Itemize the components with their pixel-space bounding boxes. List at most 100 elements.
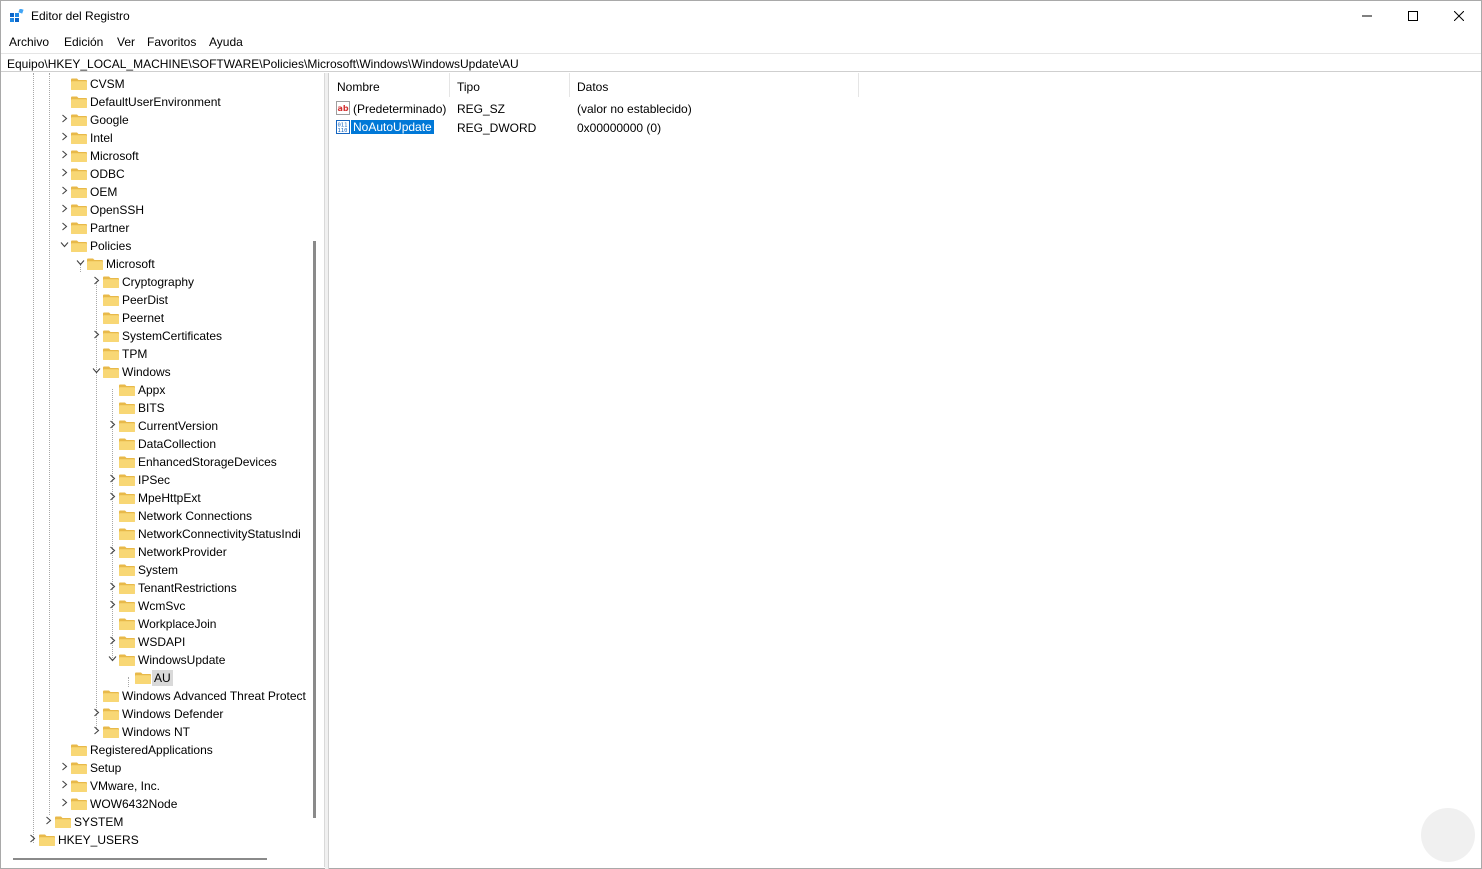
tree-node[interactable]: Google (3, 111, 323, 129)
tree-vertical-scrollbar[interactable] (313, 241, 316, 818)
tree-node[interactable]: HKEY_USERS (3, 831, 323, 849)
tree-node[interactable]: IPSec (3, 471, 323, 489)
folder-icon (119, 402, 135, 414)
menu-archivo[interactable]: Archivo (9, 35, 49, 49)
tree-node[interactable]: TPM (3, 345, 323, 363)
chevron-right-icon[interactable] (59, 798, 69, 810)
menu-ayuda[interactable]: Ayuda (209, 35, 243, 49)
tree-node[interactable]: Cryptography (3, 273, 323, 291)
tree-node[interactable]: EnhancedStorageDevices (3, 453, 323, 471)
tree-node[interactable]: TenantRestrictions (3, 579, 323, 597)
chevron-right-icon[interactable] (59, 168, 69, 180)
value-name-selected[interactable]: NoAutoUpdate (350, 119, 435, 135)
chevron-right-icon[interactable] (59, 132, 69, 144)
menu-edicion[interactable]: Edición (64, 35, 103, 49)
folder-icon (119, 438, 135, 450)
tree-node[interactable]: Setup (3, 759, 323, 777)
tree-node[interactable]: WSDAPI (3, 633, 323, 651)
value-row[interactable]: 011 110 NoAutoUpdate REG_DWORD 0x0000000… (330, 118, 1030, 137)
title-bar[interactable]: Editor del Registro (1, 1, 1481, 31)
tree-node[interactable]: Network Connections (3, 507, 323, 525)
tree-node[interactable]: SystemCertificates (3, 327, 323, 345)
tree-node[interactable]: WindowsUpdate (3, 651, 323, 669)
address-path[interactable]: Equipo\HKEY_LOCAL_MACHINE\SOFTWARE\Polic… (7, 57, 519, 71)
tree-node[interactable]: Windows Defender (3, 705, 323, 723)
tree-node[interactable]: Peernet (3, 309, 323, 327)
tree-node[interactable]: WorkplaceJoin (3, 615, 323, 633)
chevron-right-icon[interactable] (59, 222, 69, 234)
chevron-down-icon[interactable] (91, 366, 101, 378)
key-tree-pane[interactable]: CVSM DefaultUserEnvironment Google Intel Mic… (3, 73, 325, 867)
chevron-right-icon[interactable] (107, 600, 117, 612)
tree-node[interactable]: ODBC (3, 165, 323, 183)
tree-node[interactable]: CurrentVersion (3, 417, 323, 435)
tree-node[interactable]: Partner (3, 219, 323, 237)
chevron-right-icon[interactable] (107, 474, 117, 486)
tree-node[interactable]: Intel (3, 129, 323, 147)
chevron-right-icon[interactable] (27, 834, 37, 846)
values-list-pane[interactable]: Nombre Tipo Datos ab (Predeterminado) RE… (330, 73, 1481, 868)
close-icon (1454, 11, 1464, 21)
folder-icon (119, 564, 135, 576)
chevron-right-icon[interactable] (91, 708, 101, 720)
tree-node-label: Windows (122, 365, 171, 379)
column-header-nombre[interactable]: Nombre (330, 73, 450, 97)
tree-node[interactable]: VMware, Inc. (3, 777, 323, 795)
chevron-right-icon[interactable] (59, 762, 69, 774)
chevron-right-icon[interactable] (107, 420, 117, 432)
tree-node[interactable]: CVSM (3, 75, 323, 93)
tree-node[interactable]: Windows Advanced Threat Protect (3, 687, 323, 705)
value-row[interactable]: ab (Predeterminado) REG_SZ (valor no est… (330, 99, 1030, 118)
chevron-right-icon[interactable] (107, 582, 117, 594)
tree-node[interactable]: Microsoft (3, 255, 323, 273)
chevron-right-icon[interactable] (59, 204, 69, 216)
tree-node[interactable]: DefaultUserEnvironment (3, 93, 323, 111)
tree-node[interactable]: Windows (3, 363, 323, 381)
tree-node[interactable]: System (3, 561, 323, 579)
chevron-right-icon[interactable] (107, 546, 117, 558)
tree-node[interactable]: WcmSvc (3, 597, 323, 615)
chevron-right-icon[interactable] (59, 780, 69, 792)
tree-horizontal-scrollbar[interactable] (13, 858, 267, 860)
chevron-right-icon[interactable] (107, 492, 117, 504)
chevron-down-icon[interactable] (107, 654, 117, 666)
tree-node[interactable]: OEM (3, 183, 323, 201)
menu-favoritos[interactable]: Favoritos (147, 35, 196, 49)
chevron-down-icon[interactable] (59, 240, 69, 252)
tree-node[interactable]: Appx (3, 381, 323, 399)
tree-node[interactable]: MpeHttpExt (3, 489, 323, 507)
tree-node[interactable]: NetworkConnectivityStatusIndi (3, 525, 323, 543)
tree-node[interactable]: OpenSSH (3, 201, 323, 219)
tree-node[interactable]: DataCollection (3, 435, 323, 453)
close-button[interactable] (1436, 1, 1482, 31)
tree-node[interactable]: NetworkProvider (3, 543, 323, 561)
maximize-button[interactable] (1390, 1, 1436, 31)
minimize-button[interactable] (1344, 1, 1390, 31)
chevron-right-icon[interactable] (59, 114, 69, 126)
folder-icon (103, 348, 119, 360)
tree-node[interactable]: Windows NT (3, 723, 323, 741)
tree-node[interactable]: WOW6432Node (3, 795, 323, 813)
tree-node[interactable]: PeerDist (3, 291, 323, 309)
chevron-down-icon[interactable] (75, 258, 85, 270)
tree-node[interactable]: BITS (3, 399, 323, 417)
tree-node[interactable]: AU (3, 669, 323, 687)
tree-node-label: OEM (90, 185, 118, 199)
chevron-right-icon[interactable] (59, 186, 69, 198)
address-bar[interactable]: Equipo\HKEY_LOCAL_MACHINE\SOFTWARE\Polic… (1, 53, 1481, 72)
chevron-right-icon[interactable] (59, 150, 69, 162)
tree-node[interactable]: Microsoft (3, 147, 323, 165)
tree-node[interactable]: RegisteredApplications (3, 741, 323, 759)
folder-icon (71, 780, 87, 792)
column-header-tipo[interactable]: Tipo (450, 73, 570, 97)
chevron-right-icon[interactable] (91, 330, 101, 342)
chevron-right-icon[interactable] (91, 726, 101, 738)
chevron-right-icon[interactable] (107, 636, 117, 648)
column-header-datos[interactable]: Datos (570, 73, 859, 97)
pane-splitter[interactable] (325, 73, 329, 869)
chevron-right-icon[interactable] (43, 816, 53, 828)
tree-node[interactable]: Policies (3, 237, 323, 255)
tree-node[interactable]: SYSTEM (3, 813, 323, 831)
chevron-right-icon[interactable] (91, 276, 101, 288)
menu-ver[interactable]: Ver (117, 35, 135, 49)
